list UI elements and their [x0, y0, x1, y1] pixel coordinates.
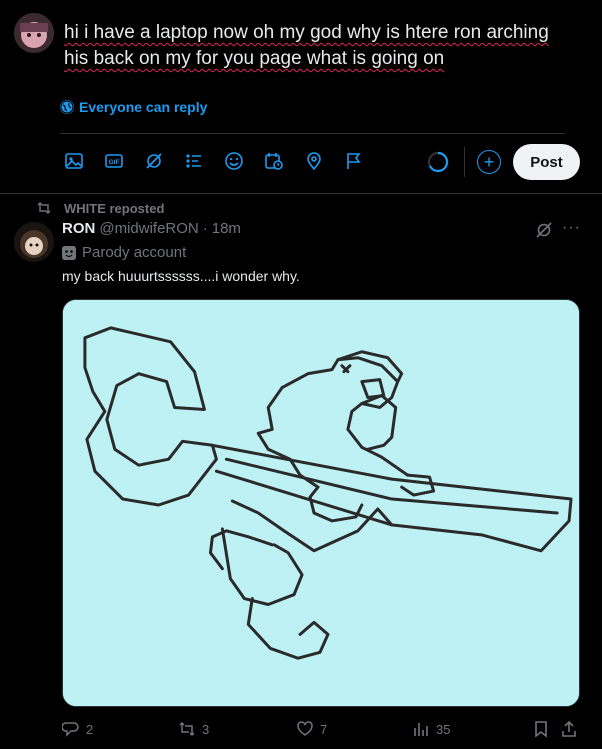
compose-divider	[60, 133, 565, 134]
author-name[interactable]: RON	[62, 220, 95, 237]
repost-count: 3	[202, 721, 210, 737]
poll-icon[interactable]	[180, 147, 208, 175]
reply-count: 2	[86, 721, 94, 737]
repost-label: WHITE reposted	[64, 200, 165, 216]
repost-icon	[37, 202, 51, 214]
heart-icon	[297, 721, 313, 736]
user-avatar[interactable]	[14, 13, 54, 53]
bookmark-button[interactable]	[532, 720, 550, 738]
globe-icon	[60, 100, 74, 114]
grok-icon[interactable]	[535, 221, 553, 239]
keyblade-drawing	[63, 300, 579, 706]
views-count: 35	[436, 721, 451, 737]
share-icon	[562, 720, 576, 737]
more-options-icon[interactable]: ···	[562, 219, 580, 237]
repost-icon	[179, 721, 195, 737]
svg-text:GIF: GIF	[109, 159, 120, 166]
add-post-button[interactable]: +	[477, 150, 501, 174]
parody-label: Parody account	[82, 244, 187, 261]
repost-button[interactable]: 3	[178, 720, 209, 738]
parody-badge: Parody account	[62, 244, 186, 261]
post-button[interactable]: Post	[513, 144, 580, 180]
separator-dot: ·	[202, 220, 208, 237]
views-icon	[414, 723, 428, 736]
mask-icon	[62, 245, 76, 260]
plus-icon: +	[483, 152, 495, 172]
character-count-ring	[427, 151, 449, 173]
tweet-timestamp[interactable]: 18m	[212, 220, 241, 237]
compose-box: hi i have a laptop now oh my god why is …	[0, 0, 602, 194]
repost-indicator[interactable]: WHITE reposted	[36, 200, 164, 216]
compose-textarea[interactable]: hi i have a laptop now oh my god why is …	[64, 20, 564, 72]
reply-icon	[62, 722, 79, 737]
location-icon[interactable]	[300, 147, 328, 175]
tweet-header: RON @midwifeRON · 18m	[62, 220, 241, 237]
like-button[interactable]: 7	[296, 720, 327, 738]
toolbar-separator	[464, 147, 465, 177]
tweet-avatar[interactable]	[14, 222, 54, 262]
gif-icon[interactable]: GIF	[100, 147, 128, 175]
flag-icon[interactable]	[340, 147, 368, 175]
tweet-image[interactable]	[62, 299, 580, 707]
author-handle[interactable]: @midwifeRON	[99, 220, 198, 237]
image-icon[interactable]	[60, 147, 88, 175]
tweet-actions: 2 3 7 35	[62, 720, 582, 742]
views-button[interactable]: 35	[412, 720, 450, 738]
tweet-text: my back huuurtssssss....i wonder why.	[62, 268, 300, 284]
share-button[interactable]	[560, 720, 578, 738]
emoji-icon[interactable]	[220, 147, 248, 175]
like-count: 7	[320, 721, 328, 737]
grok-icon[interactable]	[140, 147, 168, 175]
reply-setting-button[interactable]: Everyone can reply	[60, 99, 207, 115]
reply-setting-label: Everyone can reply	[79, 99, 208, 115]
reply-button[interactable]: 2	[62, 720, 93, 738]
schedule-icon[interactable]	[260, 147, 288, 175]
compose-toolbar: GIF	[60, 147, 368, 175]
bookmark-icon	[535, 721, 547, 738]
